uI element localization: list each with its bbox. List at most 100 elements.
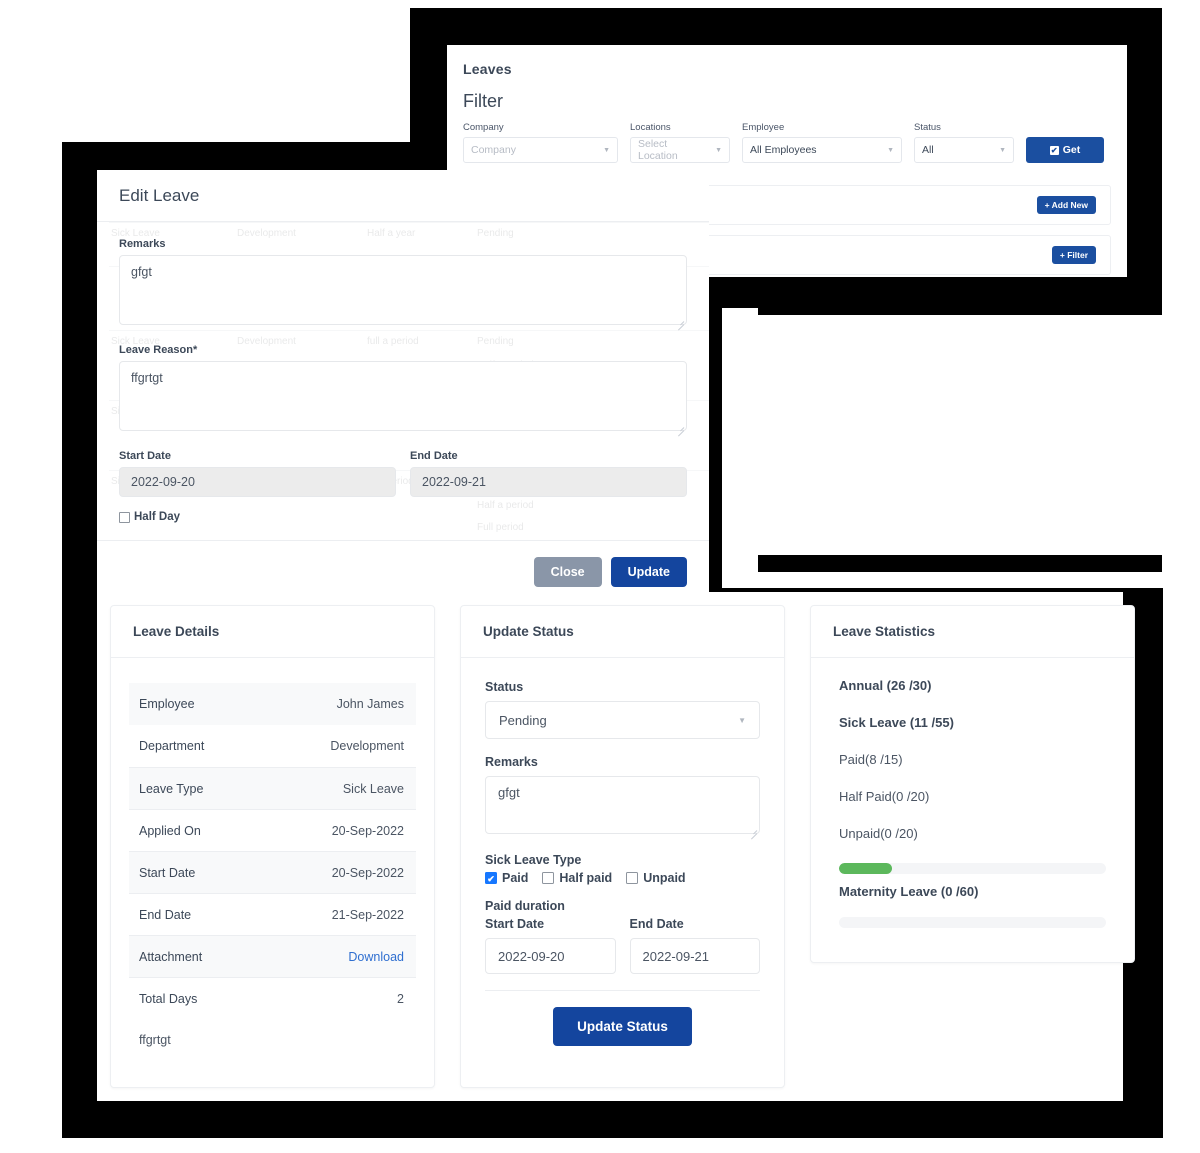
company-select[interactable]: Company ▼: [463, 137, 618, 163]
table-row: Leave Type Sick Leave: [129, 767, 416, 809]
update-status-card: Update Status Status Pending ▼ Remarks S…: [460, 605, 785, 1088]
filter-field-status: Status All ▼: [914, 122, 1014, 163]
table-row: Applied On 20-Sep-2022: [129, 809, 416, 851]
paid-end-date-label: End Date: [629, 917, 684, 931]
filter-field-employee: Employee All Employees ▼: [742, 122, 902, 163]
edit-leave-header: Edit Leave: [97, 170, 709, 222]
leave-details-table: Employee John James Department Developme…: [129, 683, 416, 1019]
company-select-value: Company: [471, 144, 516, 156]
checkbox-unpaid[interactable]: Unpaid: [626, 871, 686, 885]
row-key: Department: [139, 739, 205, 753]
chevron-down-icon: ▼: [738, 715, 746, 725]
checkbox-paid[interactable]: ✔ Paid: [485, 871, 528, 885]
paid-end-date-input[interactable]: [629, 938, 760, 974]
half-day-checkbox-row[interactable]: Half Day: [119, 511, 687, 523]
download-link[interactable]: Download: [348, 950, 416, 964]
table-row: Total Days 2: [129, 977, 416, 1019]
table-row-attachment: Attachment Download: [129, 935, 416, 977]
checkbox-unpaid-label: Unpaid: [643, 871, 686, 885]
edit-remarks-textarea[interactable]: [119, 255, 687, 325]
leave-details-title: Leave Details: [133, 624, 220, 639]
edit-reason-label: Leave Reason*: [119, 344, 198, 356]
status-dropdown-value: Pending: [499, 712, 547, 728]
status-remarks-textarea[interactable]: [485, 776, 760, 834]
chevron-down-icon: ▼: [603, 146, 610, 154]
edit-leave-title: Edit Leave: [119, 185, 200, 205]
half-day-label: Half Day: [134, 511, 181, 523]
leave-statistics-title: Leave Statistics: [833, 624, 936, 639]
leave-statistics-body: Annual (26 /30) Sick Leave (11 /55) Paid…: [811, 658, 1134, 928]
edit-end-date-label: End Date: [410, 450, 458, 462]
sick-leave-progress-fill: [839, 863, 893, 874]
stat-half-paid: Half Paid(0 /20): [839, 789, 930, 804]
update-status-header: Update Status: [461, 606, 784, 658]
checkbox-paid-label: Paid: [502, 871, 529, 885]
status-label: Status: [485, 680, 524, 694]
edit-start-date-label: Start Date: [119, 450, 171, 462]
filter-field-locations: Locations Select Location ▼: [630, 122, 730, 163]
sick-leave-progress-bar: [839, 863, 1106, 874]
status-remarks-label: Remarks: [485, 755, 538, 769]
paid-duration-label: Paid duration: [485, 899, 565, 913]
table-row: End Date 21-Sep-2022: [129, 893, 416, 935]
get-button-label: Get: [1062, 144, 1081, 156]
stat-paid: Paid(8 /15): [839, 752, 903, 767]
edit-end-date-input[interactable]: [410, 467, 687, 497]
status-dropdown[interactable]: Pending ▼: [485, 701, 760, 739]
leave-statistics-card: Leave Statistics Annual (26 /30) Sick Le…: [810, 605, 1135, 963]
edit-remarks-wrapper: [119, 255, 687, 331]
row-value: 20-Sep-2022: [331, 865, 404, 880]
row-key: Leave Type: [139, 781, 204, 796]
close-button[interactable]: Close: [533, 556, 602, 587]
stat-maternity: Maternity Leave (0 /60): [839, 884, 979, 899]
checkbox-checked-icon: ✔: [1049, 145, 1059, 155]
edit-start-date-input[interactable]: [119, 467, 396, 497]
row-value: 2: [397, 991, 404, 1006]
chevron-down-icon: ▼: [715, 146, 722, 154]
locations-select-value: Select Location: [638, 138, 678, 162]
paid-duration-row: Start Date End Date: [485, 917, 760, 974]
get-button[interactable]: ✔ Get: [1026, 137, 1104, 163]
table-row: Start Date 20-Sep-2022: [129, 851, 416, 893]
paid-start-date-input[interactable]: [485, 938, 616, 974]
edit-remarks-label: Remarks: [119, 238, 166, 250]
edit-leave-footer: Close Update: [97, 540, 709, 602]
filter-label-locations: Locations: [630, 122, 671, 133]
paid-start-date-label: Start Date: [485, 917, 545, 931]
employee-select-value: All Employees: [750, 144, 817, 156]
sick-leave-type-options: ✔ Paid Half paid Unpaid: [485, 871, 760, 885]
screenshot-stage: Leaves Filter Company Company ▼ Location…: [0, 0, 1200, 1153]
update-button[interactable]: Update: [610, 556, 687, 587]
filter-controls-row: Company Company ▼ Locations Select Locat…: [447, 122, 1127, 163]
filter-label-employee: Employee: [742, 122, 785, 133]
employee-select[interactable]: All Employees ▼: [742, 137, 902, 163]
row-key: Employee: [139, 697, 195, 711]
checkbox-half-paid[interactable]: Half paid: [542, 871, 612, 885]
locations-select[interactable]: Select Location ▼: [630, 137, 730, 163]
leave-details-card: Leave Details Employee John James Depart…: [110, 605, 435, 1088]
row-key: Total Days: [139, 991, 198, 1006]
paid-end-date-field: End Date: [629, 917, 760, 974]
update-status-title: Update Status: [483, 624, 574, 639]
filter-button[interactable]: + Filter: [1051, 246, 1096, 264]
edit-reason-wrapper: [119, 361, 687, 437]
status-select[interactable]: All ▼: [914, 137, 1014, 163]
row-key: Start Date: [139, 865, 196, 880]
edit-leave-body: Remarks Leave Reason* Start Date End Dat…: [97, 222, 709, 523]
filter-label-company: Company: [463, 122, 504, 133]
maternity-leave-progress-bar: [839, 917, 1106, 928]
leave-statistics-header: Leave Statistics: [811, 606, 1134, 658]
add-new-button[interactable]: + Add New: [1036, 196, 1096, 214]
half-day-checkbox[interactable]: [119, 511, 130, 523]
update-status-submit-button[interactable]: Update Status: [553, 1007, 692, 1046]
empty-white-panel: [758, 315, 1162, 555]
chevron-down-icon: ▼: [887, 146, 894, 154]
stat-unpaid: Unpaid(0 /20): [839, 826, 918, 841]
edit-reason-textarea[interactable]: [119, 361, 687, 431]
checkbox-unchecked-icon: [542, 872, 555, 884]
filter-field-company: Company Company ▼: [463, 122, 618, 163]
leave-detail-page: Leave Details Employee John James Depart…: [97, 592, 1135, 1101]
status-remarks-wrapper: [485, 776, 760, 840]
row-value: 21-Sep-2022: [331, 907, 404, 922]
edit-date-row: Start Date End Date: [119, 450, 687, 497]
